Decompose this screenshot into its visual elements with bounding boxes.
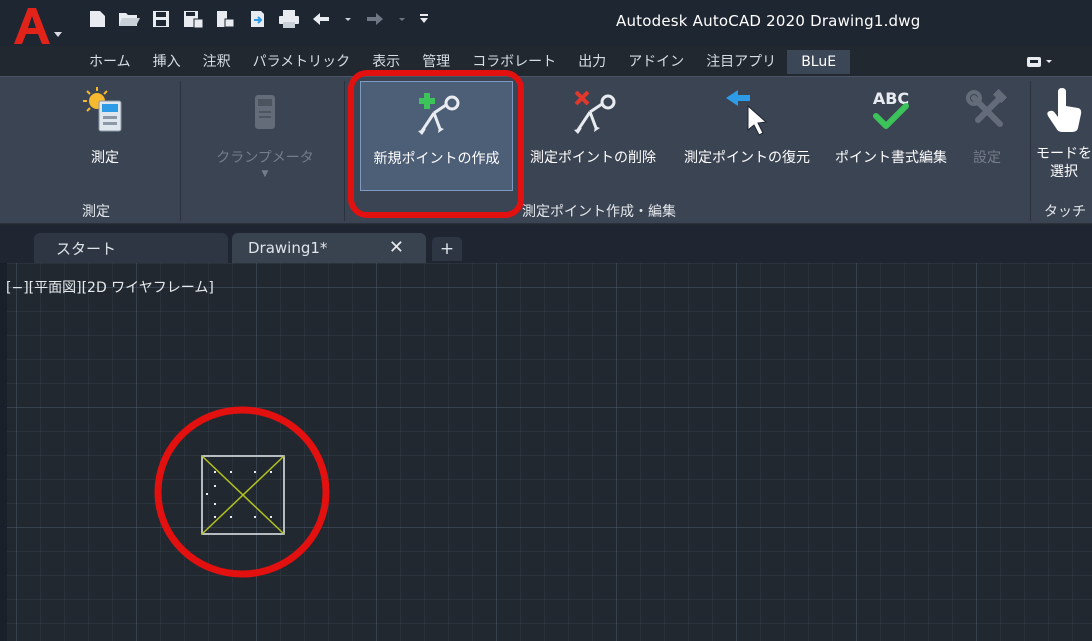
tab-start-label: スタート (56, 239, 117, 258)
highlight-ring-marker (154, 406, 330, 578)
highlight-ring-button (348, 70, 524, 218)
model-space (154, 406, 330, 578)
document-tab-bar: スタート Drawing1* ✕ + (0, 225, 1092, 263)
drawing-canvas[interactable]: [−][平面図][2D ワイヤフレーム] (0, 263, 1092, 641)
tab-start[interactable]: スタート (34, 233, 228, 263)
tab-drawing1[interactable]: Drawing1* ✕ (232, 233, 426, 263)
tab-drawing1-label: Drawing1* (248, 239, 328, 257)
measurement-point-marker[interactable] (201, 455, 285, 535)
close-icon[interactable]: ✕ (389, 237, 404, 258)
add-tab-icon[interactable]: + (432, 237, 462, 261)
